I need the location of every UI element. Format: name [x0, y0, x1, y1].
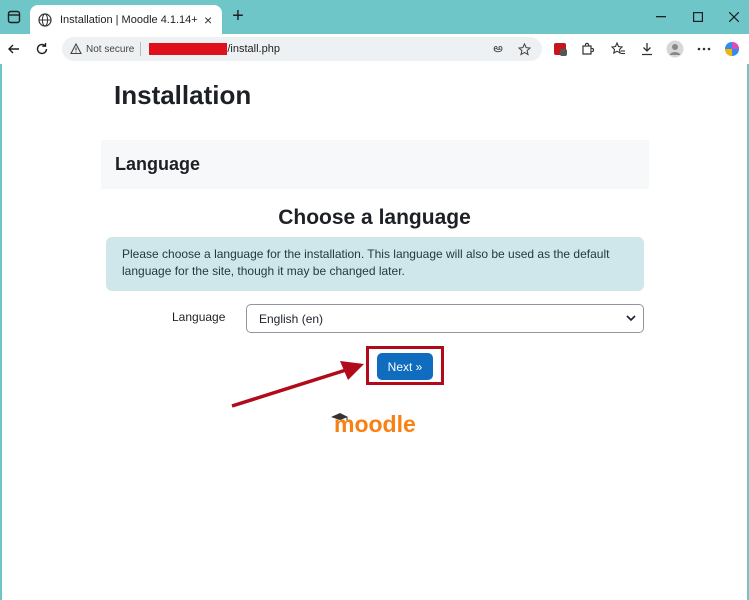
favorites-icon[interactable] [608, 39, 628, 59]
not-secure-badge[interactable]: Not secure [70, 43, 134, 55]
info-alert: Please choose a language for the install… [106, 237, 644, 291]
tab-title: Installation | Moodle 4.1.14+ (Bui [60, 13, 198, 26]
choose-language-heading: Choose a language [278, 206, 471, 229]
download-icon[interactable] [637, 39, 657, 59]
extension-icon[interactable] [550, 39, 570, 59]
logo-text: moodle [334, 411, 416, 434]
maximize-icon[interactable] [686, 8, 710, 26]
tab-bar: Installation | Moodle 4.1.14+ (Bui × + [0, 0, 749, 34]
section-title: Language [115, 154, 201, 174]
translate-icon[interactable]: అ [490, 41, 506, 57]
refresh-icon[interactable] [32, 39, 52, 59]
more-icon[interactable] [694, 39, 714, 59]
warning-icon [70, 43, 82, 55]
puzzle-icon[interactable] [577, 39, 597, 59]
back-icon[interactable] [4, 39, 24, 59]
annotation-arrow [231, 361, 364, 408]
not-secure-label: Not secure [86, 43, 135, 55]
new-tab-button[interactable]: + [229, 6, 247, 26]
minimize-icon[interactable] [649, 8, 673, 26]
language-section-header: Language [101, 140, 649, 189]
tab-actions-icon[interactable] [4, 7, 24, 27]
moodle-logo: moodle [331, 411, 416, 434]
page-title: Installation [114, 80, 252, 110]
language-selected-value: English (en) [259, 311, 324, 326]
next-button[interactable]: Next » [377, 353, 433, 380]
star-icon[interactable] [516, 41, 532, 57]
redacted-host [149, 43, 228, 55]
divider [140, 42, 142, 56]
copilot-icon[interactable] [722, 39, 742, 59]
close-icon[interactable]: × [204, 13, 212, 27]
browser-tab[interactable]: Installation | Moodle 4.1.14+ (Bui × [30, 5, 222, 34]
page-content: Installation Language Choose a language … [2, 64, 747, 600]
globe-icon [38, 12, 52, 27]
language-label: Language [172, 310, 226, 324]
chevron-down-icon [625, 312, 637, 324]
close-window-icon[interactable] [722, 8, 746, 26]
browser-toolbar: Not secure /install.php అ [0, 34, 749, 64]
address-bar[interactable]: Not secure /install.php అ [62, 37, 542, 61]
url-path: /install.php [227, 43, 280, 55]
profile-icon[interactable] [665, 39, 685, 59]
language-select[interactable]: English (en) [246, 304, 644, 333]
